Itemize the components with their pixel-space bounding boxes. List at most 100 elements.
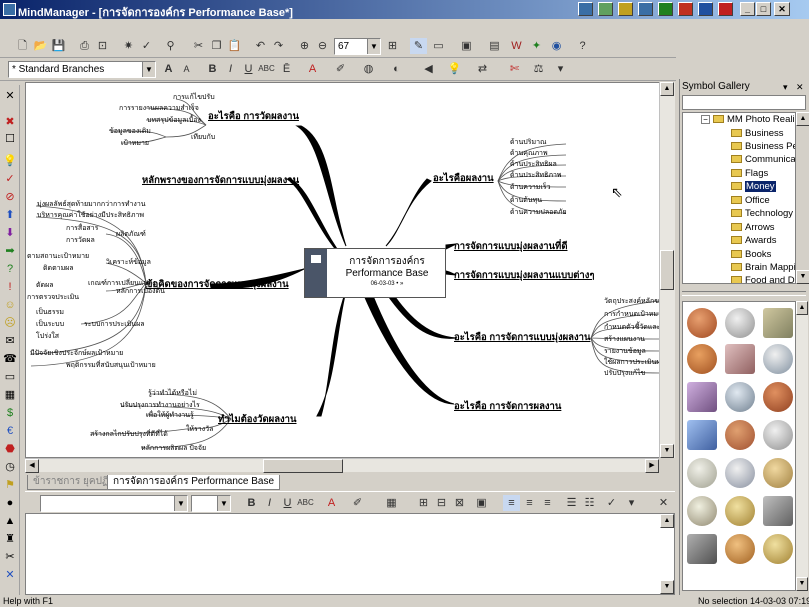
map-canvas[interactable]: การจัดการองค์กร Performance Base 06-03-0…	[25, 82, 675, 458]
notes-insert-icon[interactable]: ⊞	[415, 495, 432, 511]
open-icon[interactable]: 📂	[32, 38, 49, 54]
web-export-icon[interactable]: ◉	[548, 38, 565, 54]
subtopic[interactable]: ด้านปริมาณ	[510, 137, 547, 148]
font-color-icon[interactable]: A	[304, 61, 321, 77]
tree-item[interactable]: Communications	[731, 154, 795, 165]
idea-icon[interactable]: 💡	[446, 61, 463, 77]
zoom-out-icon[interactable]: ⊖	[314, 38, 331, 54]
stop-icon[interactable]: ⬣	[3, 442, 17, 456]
notes-highlight-icon[interactable]: ✐	[349, 495, 366, 511]
subtopic[interactable]: เกณฑ์การเปลี่ยนแปลง	[88, 278, 156, 289]
coin-icon[interactable]	[725, 496, 755, 526]
notes-size-select[interactable]: ▼	[191, 495, 231, 512]
coin-icon[interactable]	[763, 534, 793, 564]
up-arrow-icon[interactable]: ⬆	[3, 208, 17, 222]
more-icon[interactable]: ▾	[552, 61, 569, 77]
subtopic[interactable]: ด้านประสิทธิภาพ	[510, 170, 562, 181]
frown-icon[interactable]: ☹	[3, 316, 17, 330]
subtopic[interactable]: ข้อมูลของเดิม	[109, 126, 151, 137]
app-shortcut-icon[interactable]	[718, 2, 733, 16]
coin-icon[interactable]	[687, 308, 717, 338]
subtopic[interactable]: การวัดผล	[66, 235, 95, 246]
minimize-icon[interactable]: _	[740, 2, 755, 16]
subtopic[interactable]: เทียบกับ	[191, 132, 215, 143]
banknote-icon[interactable]	[763, 308, 793, 338]
notes-spell-icon[interactable]: ✓	[603, 495, 620, 511]
banknote-icon[interactable]	[687, 382, 717, 412]
box-icon[interactable]: ☐	[3, 132, 17, 146]
subtopic[interactable]: เป็นระบบ	[36, 319, 64, 330]
subtopic[interactable]: ด้านคุณภาพ	[510, 148, 548, 159]
central-topic[interactable]: การจัดการองค์กร Performance Base 06-03-0…	[304, 248, 446, 298]
find-icon[interactable]: ⚲	[162, 38, 179, 54]
style-select[interactable]: * Standard Branches ▼	[8, 61, 156, 78]
insert-icon[interactable]: ◐	[388, 61, 405, 77]
subtopic[interactable]: การสื่อสาร	[66, 223, 98, 234]
check-icon[interactable]: ✓	[3, 172, 17, 186]
vertical-scrollbar[interactable]: ▲ ▼	[659, 82, 675, 458]
subtopic[interactable]: ปรับปรุงแก้ไข	[604, 368, 645, 379]
tool-icon[interactable]: ✂	[3, 550, 17, 564]
tree-item[interactable]: Awards	[731, 235, 777, 246]
down-arrow-icon[interactable]: ⬇	[3, 226, 17, 240]
collapse-icon[interactable]: −	[701, 115, 710, 124]
subtopic[interactable]: การกำหนดเป้าหมาย	[604, 309, 666, 320]
computer-icon[interactable]: ▭	[3, 370, 17, 384]
banknote-icon[interactable]	[725, 344, 755, 374]
subtopic[interactable]: บริหารคุณค่าใช้อย่างมีประสิทธิภาพ	[37, 210, 144, 221]
strike-icon[interactable]: ABC	[258, 61, 275, 77]
banknote-icon[interactable]	[687, 420, 717, 450]
trophy-icon[interactable]: ♜	[3, 532, 17, 546]
main-topic[interactable]: อะไรคือ การจัดการผลงาน	[454, 399, 561, 414]
subtopic[interactable]: ระบบการประเมินผล	[84, 319, 144, 330]
scroll-down-icon[interactable]: ▼	[660, 444, 674, 458]
subtopic[interactable]: เพื่อให้ผู้ทำงานรู้	[146, 410, 194, 421]
coin-icon[interactable]	[725, 534, 755, 564]
spell-icon[interactable]: ✓	[138, 38, 155, 54]
tree-item[interactable]: Food and Drink	[731, 275, 795, 283]
coin-icon[interactable]	[725, 382, 755, 412]
subtopic[interactable]: ด้านต้นทุน	[510, 195, 542, 206]
text-size-icon[interactable]: Ē	[278, 61, 295, 77]
zoom-in-icon[interactable]: ⊕	[296, 38, 313, 54]
align-right-icon[interactable]: ≡	[539, 495, 556, 511]
shrink-font-icon[interactable]: A	[178, 61, 195, 77]
bullet-list-icon[interactable]: ☰	[563, 495, 580, 511]
flag-icon[interactable]: ⚑	[3, 478, 17, 492]
italic-icon[interactable]: I	[222, 61, 239, 77]
tree-item[interactable]: Technology	[731, 208, 793, 219]
balance-icon[interactable]: ⚖	[530, 61, 547, 77]
back-icon[interactable]: ◀	[420, 61, 437, 77]
subtopic[interactable]: รายงานข้อมูล	[604, 346, 646, 357]
bold-icon[interactable]: B	[204, 61, 221, 77]
main-topic[interactable]: ทำไมต้องวัดผลงาน	[218, 412, 297, 427]
safe-icon[interactable]	[687, 534, 717, 564]
paint-icon[interactable]: ▲	[3, 514, 17, 528]
subtopic[interactable]: ด้านประสิทธิผล	[510, 159, 557, 170]
subtopic[interactable]: การตรวจประเมิน	[27, 292, 79, 303]
tree-item[interactable]: Brain Mapping	[731, 262, 795, 273]
app-shortcut-icon[interactable]	[658, 2, 673, 16]
coin-icon[interactable]	[687, 496, 717, 526]
notes-scroll-down-icon[interactable]: ▼	[660, 580, 674, 594]
maximize-icon[interactable]: □	[756, 2, 771, 16]
help-icon[interactable]: ?	[574, 38, 591, 54]
underline-icon[interactable]: U	[240, 61, 257, 77]
cut-icon[interactable]: ✂	[190, 38, 207, 54]
subtopic[interactable]: ตัดผล	[36, 280, 53, 291]
arrange-icon[interactable]: ⇄	[474, 61, 491, 77]
subtopic[interactable]: ด้านความเร็ว	[510, 182, 551, 193]
subtopic[interactable]: บทสรุปข้อมูลเบื้อง	[147, 115, 201, 126]
subtopic[interactable]: ติดตามผล	[43, 263, 74, 274]
close-icon[interactable]: ✕	[774, 2, 790, 16]
paste-icon[interactable]: 📋	[226, 38, 243, 54]
coin-icon[interactable]	[763, 344, 793, 374]
notes-italic-icon[interactable]: I	[261, 495, 278, 511]
clock-icon[interactable]: ◷	[3, 460, 17, 474]
shape-icon[interactable]: ◍	[360, 61, 377, 77]
numbered-list-icon[interactable]: ☷	[581, 495, 598, 511]
phone-icon[interactable]: ☎	[3, 352, 17, 366]
scroll-left-icon[interactable]: ◀	[25, 459, 39, 473]
euro-icon[interactable]: €	[3, 424, 17, 438]
mail-icon[interactable]: ✉	[3, 334, 17, 348]
